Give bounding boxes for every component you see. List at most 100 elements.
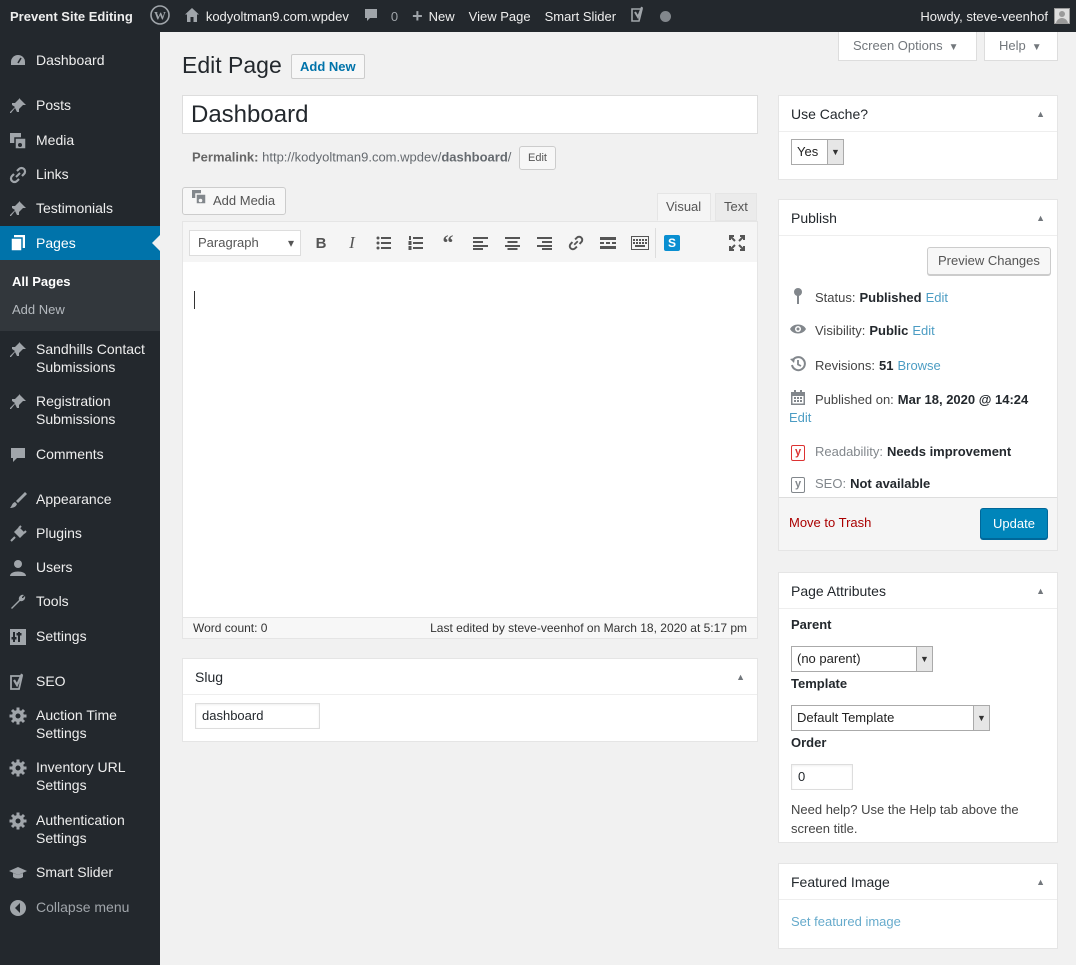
new-content-menu[interactable]: + New	[405, 0, 462, 32]
sidebar-item-links[interactable]: Links	[0, 165, 160, 185]
edit-visibility-link[interactable]: Edit	[912, 323, 934, 338]
browse-revisions-link[interactable]: Browse	[897, 358, 940, 373]
sidebar-item-seo[interactable]: SEO	[0, 672, 160, 692]
post-title-input[interactable]: Dashboard	[182, 95, 758, 134]
sidebar-item-tools[interactable]: Tools	[0, 592, 160, 612]
collapse-arrow-icon[interactable]: ▲	[1036, 200, 1045, 236]
collapse-arrow-icon[interactable]: ▲	[1036, 864, 1045, 900]
collapse-arrow-icon[interactable]: ▲	[1036, 573, 1045, 609]
slug-input[interactable]: dashboard	[195, 703, 320, 729]
tab-text[interactable]: Text	[715, 193, 757, 221]
order-input[interactable]: 0	[791, 764, 853, 790]
submenu-all-pages[interactable]: All Pages	[12, 274, 71, 289]
blockquote-icon[interactable]: “	[436, 230, 460, 255]
use-cache-header[interactable]: Use Cache? ▲	[779, 96, 1057, 132]
status-menu[interactable]	[653, 0, 678, 32]
smart-slider-link[interactable]: Smart Slider	[538, 0, 624, 32]
update-button[interactable]: Update	[980, 508, 1048, 539]
set-featured-image-link[interactable]: Set featured image	[791, 914, 901, 929]
page-title: Edit Page	[182, 52, 282, 78]
parent-select[interactable]: (no parent) ▼	[791, 646, 933, 672]
sidebar-item-appearance[interactable]: Appearance	[0, 490, 160, 510]
smart-slider-insert-icon[interactable]: S	[660, 232, 684, 254]
use-cache-select[interactable]: Yes ▼	[791, 139, 844, 165]
edit-date-row: Edit	[789, 410, 811, 425]
bold-icon[interactable]: B	[309, 232, 333, 254]
add-new-button[interactable]: Add New	[291, 54, 365, 79]
read-more-icon[interactable]	[596, 232, 620, 254]
align-right-icon[interactable]	[532, 232, 556, 254]
sidebar-item-testimonials[interactable]: Testimonials	[0, 199, 160, 219]
italic-icon[interactable]: I	[340, 232, 364, 254]
sidebar-item-smart-slider[interactable]: Smart Slider	[0, 863, 160, 883]
pages-icon	[8, 233, 28, 253]
revisions-row: Revisions: 51 Browse	[789, 356, 941, 375]
sidebar-item-users[interactable]: Users	[0, 558, 160, 578]
slug-header[interactable]: Slug ▲	[183, 659, 757, 695]
pages-submenu: All Pages Add New	[0, 260, 160, 331]
prevent-site-editing-link[interactable]: Prevent Site Editing	[0, 0, 143, 32]
comments-menu[interactable]: 0	[356, 0, 405, 32]
sidebar-item-dashboard[interactable]: Dashboard	[0, 51, 160, 71]
screen-options-button[interactable]: Screen Options ▼	[838, 32, 977, 61]
sidebar-item-comments[interactable]: Comments	[0, 445, 160, 465]
sidebar-item-authentication[interactable]: Authentication Settings	[0, 811, 160, 847]
featured-image-postbox: Featured Image ▲ Set featured image	[778, 863, 1058, 949]
page-attributes-header[interactable]: Page Attributes ▲	[779, 573, 1057, 609]
screen-options-label: Screen Options	[853, 38, 943, 53]
calendar-icon	[789, 390, 807, 409]
format-select[interactable]: Paragraph	[189, 230, 301, 256]
align-left-icon[interactable]	[468, 232, 492, 254]
align-center-icon[interactable]	[500, 232, 524, 254]
collapse-arrow-icon[interactable]: ▲	[736, 659, 745, 695]
sidebar-item-pages[interactable]: Pages	[0, 226, 160, 260]
toolbar-toggle-icon[interactable]	[628, 232, 652, 254]
tab-visual[interactable]: Visual	[657, 193, 711, 221]
permalink-url[interactable]: http://kodyoltman9.com.wpdev/dashboard/	[262, 149, 511, 164]
sidebar-item-auction-time[interactable]: Auction Time Settings	[0, 706, 160, 742]
yoast-menu[interactable]	[623, 0, 653, 32]
sidebar-item-registration[interactable]: Registration Submissions	[0, 392, 160, 428]
insert-link-icon[interactable]	[564, 232, 588, 254]
edit-date-link[interactable]: Edit	[789, 410, 811, 425]
media-icon	[8, 131, 28, 151]
readability-row: y Readability: Needs improvement	[789, 442, 1011, 461]
order-label: Order	[791, 735, 827, 750]
readability-value: Needs improvement	[886, 444, 1012, 459]
my-account-menu[interactable]: Howdy, steve-veenhof	[913, 0, 1076, 32]
use-cache-value: Yes	[797, 144, 819, 159]
sidebar-item-posts[interactable]: Posts	[0, 96, 160, 116]
collapse-menu-button[interactable]: Collapse menu	[0, 898, 160, 918]
move-to-trash-link[interactable]: Move to Trash	[789, 515, 871, 530]
sidebar-item-settings[interactable]: Settings	[0, 627, 160, 647]
view-page-link[interactable]: View Page	[462, 0, 538, 32]
numbered-list-icon[interactable]	[404, 232, 428, 254]
sidebar-item-label: Appearance	[36, 491, 112, 507]
fullscreen-icon[interactable]	[725, 232, 749, 254]
sidebar-item-label: Smart Slider	[36, 864, 114, 880]
sidebar-item-media[interactable]: Media	[0, 131, 160, 151]
select-arrow-icon: ▼	[973, 706, 989, 730]
bulleted-list-icon[interactable]	[372, 232, 396, 254]
edit-status-link[interactable]: Edit	[926, 290, 948, 305]
gear-icon	[8, 811, 28, 831]
template-label: Template	[791, 676, 848, 691]
sidebar-item-plugins[interactable]: Plugins	[0, 524, 160, 544]
revisions-value: 51	[878, 358, 894, 373]
template-select[interactable]: Default Template ▼	[791, 705, 990, 731]
toolbar-separator	[655, 228, 656, 258]
editor-content-area[interactable]	[182, 262, 758, 618]
preview-changes-button[interactable]: Preview Changes	[927, 247, 1051, 275]
submenu-add-new[interactable]: Add New	[12, 302, 65, 317]
site-name-menu[interactable]: kodyoltman9.com.wpdev	[177, 0, 356, 32]
add-media-button[interactable]: Add Media	[182, 187, 287, 215]
published-on-row: Published on: Mar 18, 2020 @ 14:24	[789, 390, 1028, 409]
sidebar-item-sandhills-contact[interactable]: Sandhills Contact Submissions	[0, 340, 160, 376]
publish-header[interactable]: Publish ▲	[779, 200, 1057, 236]
collapse-arrow-icon[interactable]: ▲	[1036, 96, 1045, 132]
help-button[interactable]: Help ▼	[984, 32, 1058, 61]
sidebar-item-inventory-url[interactable]: Inventory URL Settings	[0, 758, 160, 794]
featured-image-header[interactable]: Featured Image ▲	[779, 864, 1057, 900]
wp-logo-menu[interactable]: W	[143, 0, 177, 32]
edit-permalink-button[interactable]: Edit	[519, 146, 556, 170]
